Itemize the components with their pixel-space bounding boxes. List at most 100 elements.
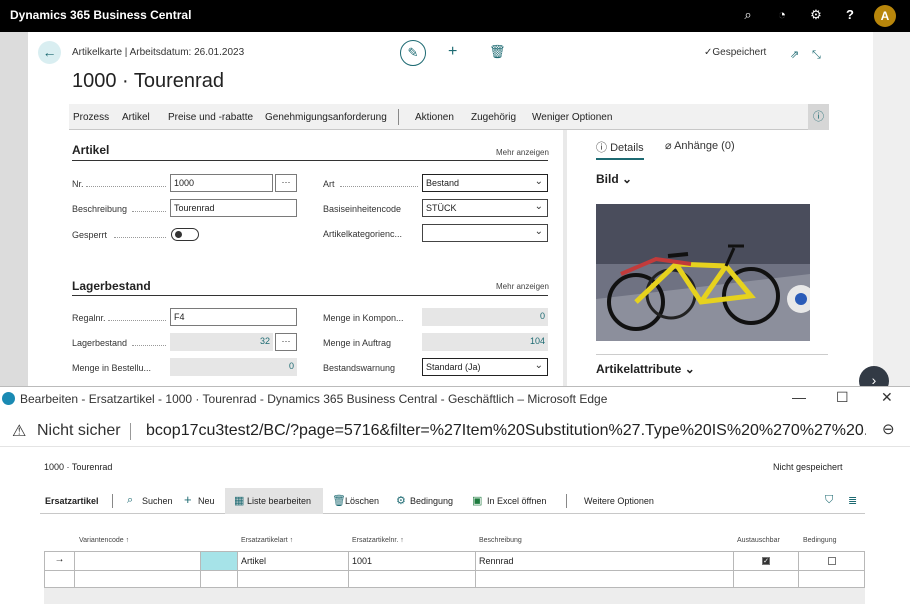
edit-list-icon[interactable]: ▦ xyxy=(234,494,244,507)
cell-variantencode[interactable] xyxy=(75,552,201,570)
col-header-ersatzartikelart[interactable]: Ersatzartikelart ↑ xyxy=(241,537,293,544)
collapse-icon[interactable]: ⤡ xyxy=(812,46,821,64)
address-separator xyxy=(130,423,131,440)
cell-beschreibung[interactable]: Rennrad xyxy=(476,552,734,570)
close-icon[interactable]: ✕ xyxy=(881,389,893,406)
col-header-austauschbar[interactable]: Austauschbar xyxy=(737,537,780,544)
chevron-down-icon: ⌄ xyxy=(681,362,695,376)
col-header-ersatzartikelnr[interactable]: Ersatzartikelnr. ↑ xyxy=(352,537,404,544)
zoom-icon[interactable]: ⊖ xyxy=(882,420,895,438)
tab-details[interactable]: ⓘ Details xyxy=(596,139,644,155)
excel-button[interactable]: In Excel öffnen xyxy=(487,496,546,506)
menge-auftrag-value[interactable]: 104 xyxy=(422,333,548,351)
empty-cell[interactable] xyxy=(75,570,201,588)
back-button[interactable]: ← xyxy=(38,41,61,64)
info-icon[interactable]: ⓘ xyxy=(808,104,829,130)
warning-icon[interactable]: ⚠ xyxy=(12,421,26,441)
chevron-down-icon: ⌄ xyxy=(534,226,543,237)
dots xyxy=(132,345,166,346)
menge-kompon-value[interactable]: 0 xyxy=(422,308,548,326)
nr-assist-button[interactable]: ··· xyxy=(275,174,297,192)
bedingung-button[interactable]: Bedingung xyxy=(410,496,453,506)
action-prozess[interactable]: Prozess xyxy=(73,112,109,123)
empty-cell[interactable] xyxy=(734,570,799,588)
minimize-icon[interactable]: — xyxy=(792,389,806,405)
cell-bedingung[interactable] xyxy=(799,552,864,570)
condition-icon[interactable]: ⚙ xyxy=(396,494,406,507)
url-text[interactable]: bcop17cu3test2/BC/?page=5716&filter=%27I… xyxy=(146,422,866,440)
open-new-window-icon[interactable]: ⇗ xyxy=(790,46,799,64)
col-header-variantencode[interactable]: Variantencode ↑ xyxy=(79,537,129,544)
search-icon[interactable]: ⌕ xyxy=(127,494,133,507)
menge-bestell-value[interactable]: 0 xyxy=(170,358,297,376)
col-header-beschreibung[interactable]: Beschreibung xyxy=(479,537,522,544)
plus-icon[interactable]: + xyxy=(184,492,192,507)
loeschen-button[interactable]: Löschen xyxy=(345,496,379,506)
neu-button[interactable]: Neu xyxy=(198,496,215,506)
avatar[interactable]: A xyxy=(874,5,896,27)
col-header-bedingung[interactable]: Bedingung xyxy=(803,537,836,544)
section-lager-title: Lagerbestand xyxy=(72,279,151,293)
art-select[interactable]: Bestand ⌄ xyxy=(422,174,548,192)
list-view-icon[interactable]: ≣ xyxy=(848,494,857,507)
empty-cell[interactable] xyxy=(45,570,75,588)
cell-austauschbar[interactable]: ✓ xyxy=(734,552,799,570)
lagerbestand-assist-button[interactable]: ··· xyxy=(275,333,297,351)
bestandswarnung-value: Standard (Ja) xyxy=(426,362,481,372)
show-more-artikel[interactable]: Mehr anzeigen xyxy=(496,148,549,157)
kategorie-select[interactable]: ⌄ xyxy=(422,224,548,242)
tab-anhaenge[interactable]: ⌀ Anhänge (0) xyxy=(665,139,735,152)
gear-icon[interactable]: ⚙ xyxy=(808,7,824,23)
show-more-lager[interactable]: Mehr anzeigen xyxy=(496,282,549,291)
cell-highlight[interactable] xyxy=(201,552,238,570)
section-divider xyxy=(72,295,548,296)
empty-cell[interactable] xyxy=(238,570,349,588)
action-weniger-optionen[interactable]: Weniger Optionen xyxy=(532,112,612,123)
empty-cell[interactable] xyxy=(349,570,476,588)
help-icon[interactable]: ? xyxy=(842,7,858,23)
bestandswarnung-select[interactable]: Standard (Ja) ⌄ xyxy=(422,358,548,376)
empty-cell[interactable] xyxy=(201,570,238,588)
empty-cell[interactable] xyxy=(476,570,734,588)
action-aktionen[interactable]: Aktionen xyxy=(415,112,454,123)
bild-header[interactable]: Bild ⌄ xyxy=(596,172,632,186)
edit-button[interactable]: ✎ xyxy=(400,40,426,66)
liste-bearbeiten-button[interactable]: Liste bearbeiten xyxy=(247,496,311,506)
delete-icon[interactable]: 🗑 xyxy=(489,43,506,61)
excel-icon[interactable]: ▣ xyxy=(472,494,482,507)
action-genehmigung[interactable]: Genehmigungsanforderung xyxy=(265,112,387,123)
bell-icon[interactable]: ◔ xyxy=(774,7,790,23)
gesperrt-toggle[interactable] xyxy=(171,228,199,241)
cell-ersatzartikelnr[interactable]: 1001 xyxy=(349,552,476,570)
new-icon[interactable]: + xyxy=(448,43,457,61)
lagerbestand-value[interactable]: 32 xyxy=(170,333,273,351)
dots xyxy=(86,186,166,187)
address-bar[interactable]: ⚠ Nicht sicher bcop17cu3test2/BC/?page=5… xyxy=(0,415,910,447)
action-artikel[interactable]: Artikel xyxy=(122,112,150,123)
maximize-icon[interactable]: ☐ xyxy=(836,389,849,406)
art-value: Bestand xyxy=(426,178,460,188)
search-icon[interactable]: ⌕ xyxy=(740,7,756,23)
not-secure-label[interactable]: Nicht sicher xyxy=(37,422,121,440)
action-zugehoerig[interactable]: Zugehörig xyxy=(471,112,516,123)
artikelattribute-header[interactable]: Artikelattribute ⌄ xyxy=(596,362,695,376)
tab-active-indicator xyxy=(596,158,644,160)
row-arrow-icon[interactable]: → xyxy=(45,552,75,570)
austauschbar-checkbox[interactable]: ✓ xyxy=(762,557,770,565)
app-bar: Dynamics 365 Business Central ⌕ ◔ ⚙ ? A xyxy=(0,0,910,32)
nr-field[interactable]: 1000 xyxy=(170,174,273,192)
basiseinheit-select[interactable]: STÜCK ⌄ xyxy=(422,199,548,217)
cell-ersatzartikelart[interactable]: Artikel xyxy=(238,552,349,570)
weitere-optionen-button[interactable]: Weitere Optionen xyxy=(584,496,654,506)
action-preise[interactable]: Preise und -rabatte xyxy=(168,112,253,123)
ersatzartikel-tab[interactable]: Ersatzartikel xyxy=(45,496,99,506)
background-right xyxy=(873,32,910,386)
factbox-divider xyxy=(596,354,828,355)
suchen-button[interactable]: Suchen xyxy=(142,496,173,506)
filter-icon[interactable]: ⛉ xyxy=(825,494,833,507)
bedingung-checkbox[interactable] xyxy=(828,557,836,565)
regalnr-field[interactable]: F4 xyxy=(170,308,297,326)
delete-icon[interactable]: 🗑 xyxy=(332,494,346,507)
item-card: ← Artikelkarte | Arbeitsdatum: 26.01.202… xyxy=(28,32,873,386)
beschreibung-field[interactable]: Tourenrad xyxy=(170,199,297,217)
